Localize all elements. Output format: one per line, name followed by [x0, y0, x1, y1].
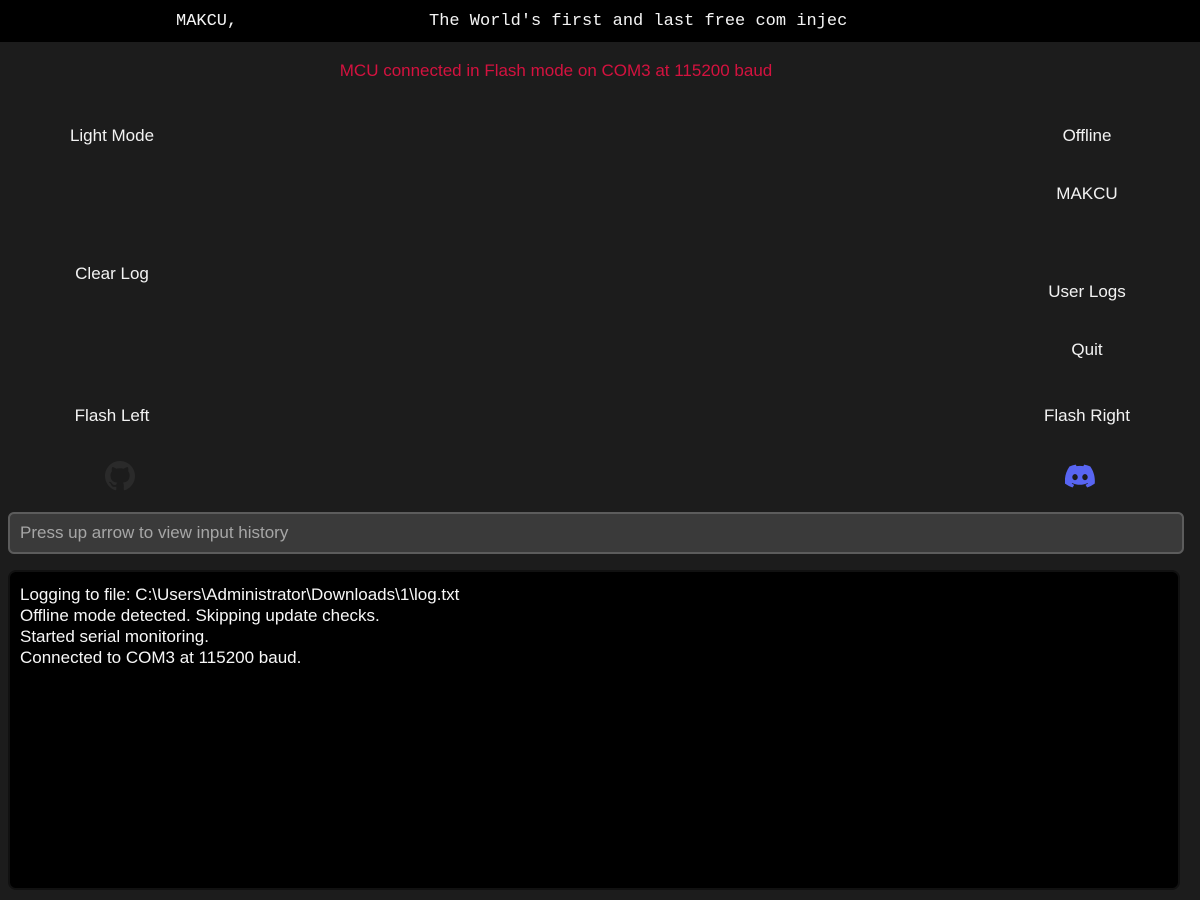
user-logs-button[interactable]: User Logs: [997, 282, 1177, 302]
header-bar: MAKCU, The World's first and last free c…: [0, 0, 1200, 42]
log-line: Started serial monitoring.: [20, 627, 209, 646]
github-icon[interactable]: [105, 461, 135, 491]
marquee-text: The World's first and last free com inje…: [429, 12, 848, 31]
log-output[interactable]: Logging to file: C:\Users\Administrator\…: [8, 570, 1180, 890]
log-line: Offline mode detected. Skipping update c…: [20, 606, 380, 625]
quit-button[interactable]: Quit: [997, 340, 1177, 360]
flash-left-button[interactable]: Flash Left: [22, 406, 202, 426]
log-line: Logging to file: C:\Users\Administrator\…: [20, 585, 460, 604]
log-line: Connected to COM3 at 115200 baud.: [20, 648, 302, 667]
discord-icon[interactable]: [1064, 461, 1095, 491]
brand-label: MAKCU,: [176, 12, 238, 31]
makcu-button[interactable]: MAKCU: [997, 184, 1177, 204]
offline-button[interactable]: Offline: [997, 126, 1177, 146]
light-mode-button[interactable]: Light Mode: [22, 126, 202, 146]
clear-log-button[interactable]: Clear Log: [22, 264, 202, 284]
flash-right-button[interactable]: Flash Right: [997, 406, 1177, 426]
command-input[interactable]: [10, 514, 1180, 552]
command-input-container: [8, 512, 1184, 554]
connection-status: MCU connected in Flash mode on COM3 at 1…: [339, 61, 773, 80]
